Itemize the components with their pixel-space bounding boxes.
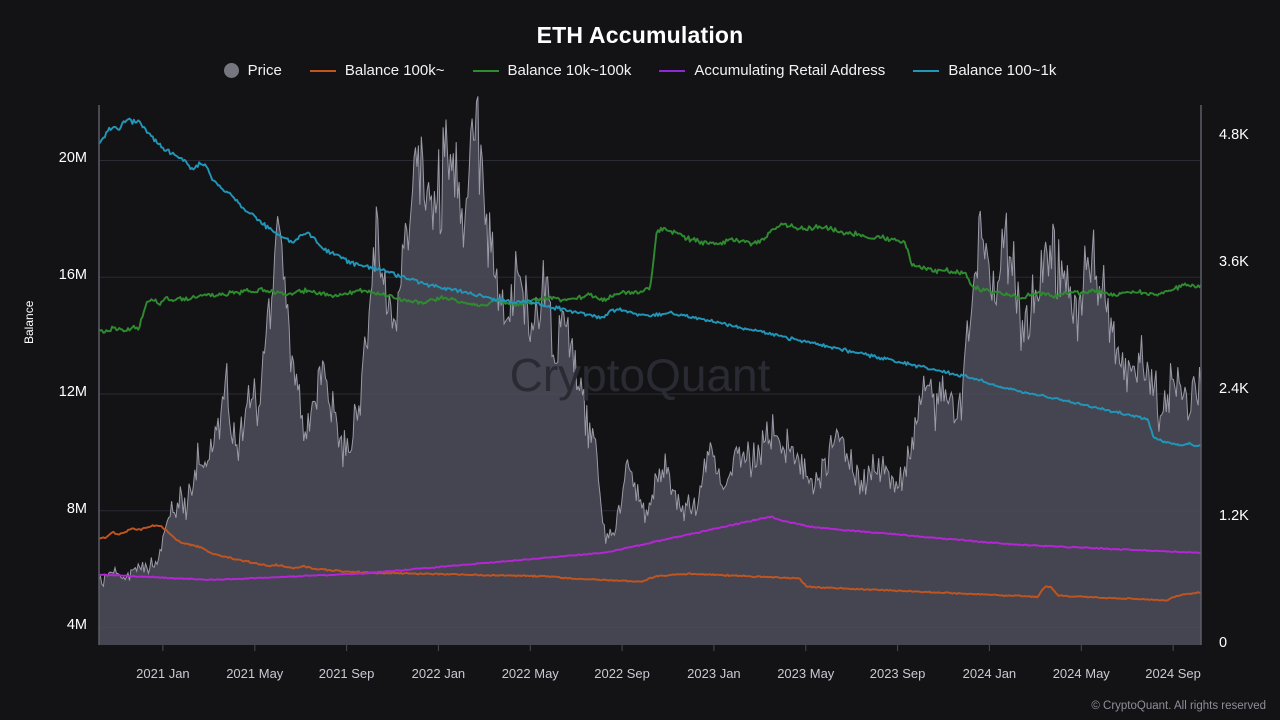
chart-container: ETH Accumulation Price Balance 100k~ Balan… xyxy=(0,0,1280,720)
y-axis-left-tick: 4M xyxy=(66,617,87,634)
y-axis-right-tick: 2.4K xyxy=(1219,380,1249,397)
price-area-fill xyxy=(99,96,1201,645)
y-axis-right-tick: 4.8K xyxy=(1219,126,1249,143)
y-axis-right-tick: 3.6K xyxy=(1219,253,1249,270)
y-axis-left-tick: 20M xyxy=(58,150,87,167)
y-axis-right-tick: 1.2K xyxy=(1219,507,1249,524)
y-axis-left-tick: 16M xyxy=(58,267,87,284)
x-axis-tick: 2024 Sep xyxy=(1145,666,1201,681)
y-axis-left-tick: 8M xyxy=(66,500,87,517)
y-axis-right-tick: 0 xyxy=(1219,635,1228,651)
footer-attribution: © CryptoQuant. All rights reserved xyxy=(1091,700,1266,712)
chart-plot-area xyxy=(98,96,1202,651)
x-tick-marks xyxy=(162,645,1174,651)
y-axis-left-tick: 12M xyxy=(58,383,87,400)
y-axis-left-title: Balance xyxy=(22,300,36,344)
